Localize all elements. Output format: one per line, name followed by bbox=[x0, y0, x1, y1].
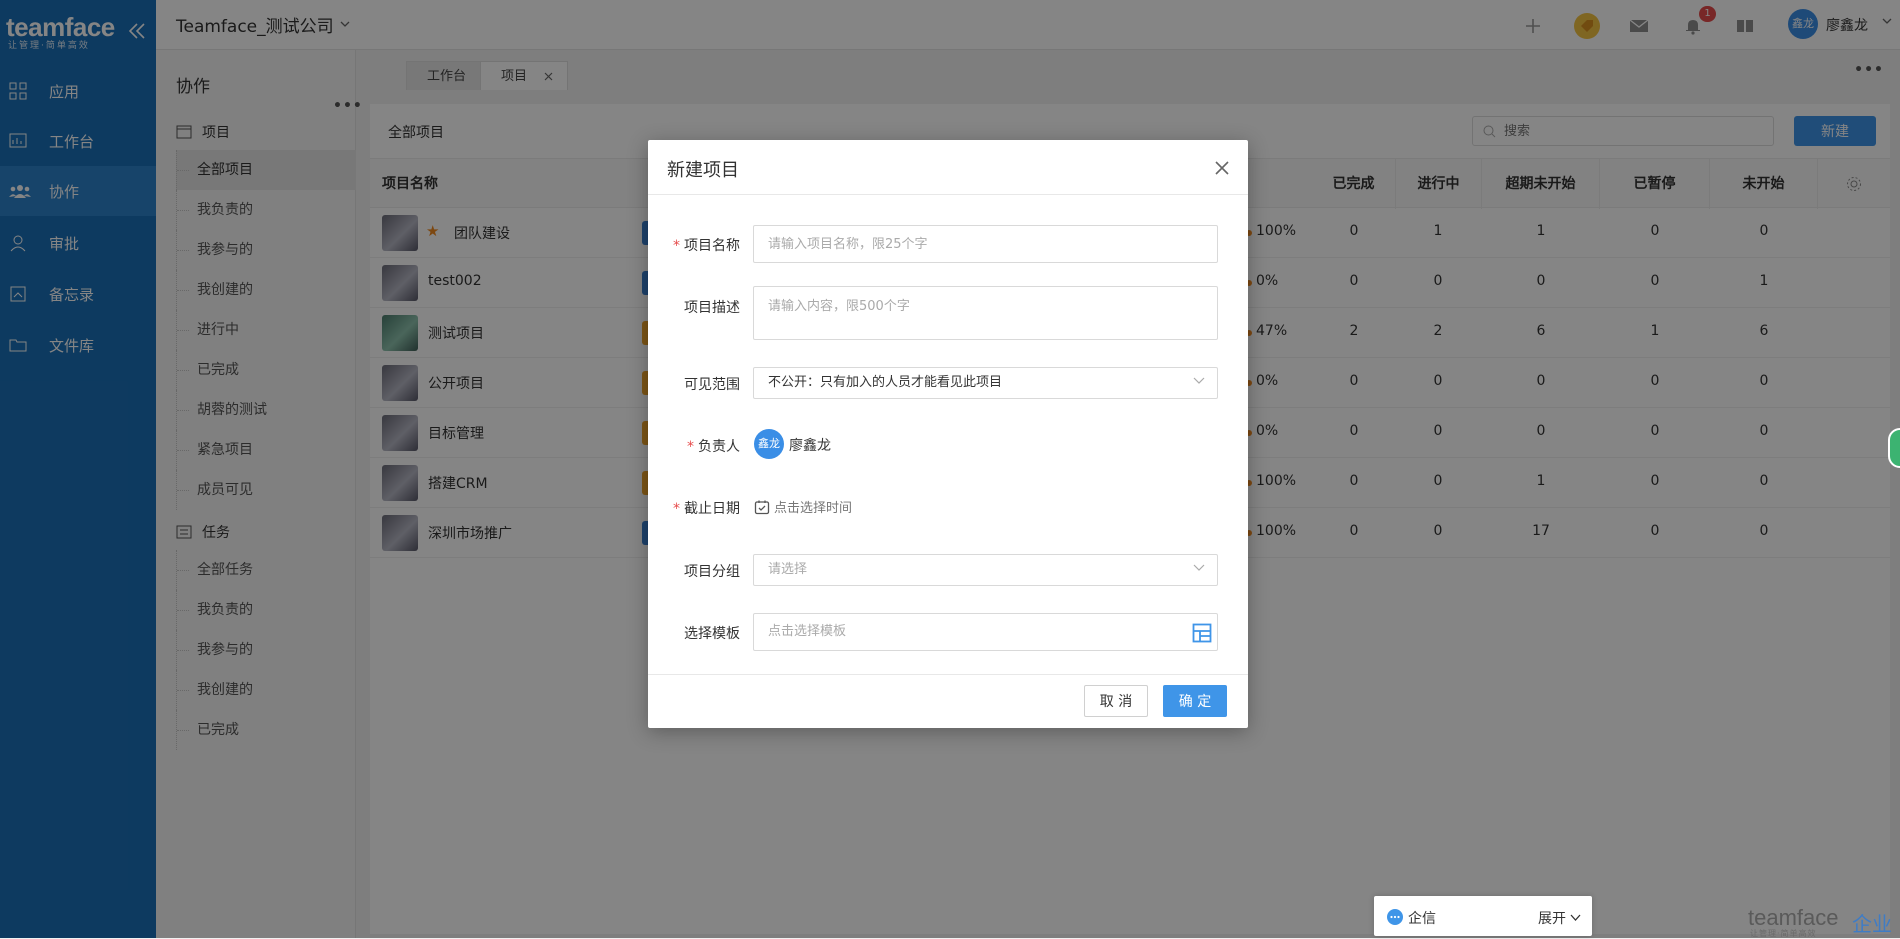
close-icon[interactable] bbox=[1212, 158, 1232, 178]
project-desc-label: 项目描述 bbox=[684, 300, 740, 316]
confirm-button[interactable]: 确 定 bbox=[1163, 685, 1227, 717]
project-name-label-text: 项目名称 bbox=[684, 238, 740, 254]
owner-label: * 负责人 bbox=[648, 436, 740, 456]
deadline-label: * 截止日期 bbox=[648, 498, 740, 518]
chevron-down-icon bbox=[1193, 377, 1205, 385]
watermark-extra: 企业 bbox=[1852, 912, 1892, 936]
cancel-button[interactable]: 取 消 bbox=[1084, 685, 1148, 717]
deadline-placeholder: 点击选择时间 bbox=[774, 501, 853, 516]
project-name-input[interactable] bbox=[753, 225, 1218, 263]
template-icon[interactable] bbox=[1192, 623, 1212, 643]
calendar-icon bbox=[754, 499, 770, 515]
chevron-down-icon bbox=[1570, 914, 1581, 922]
visibility-value: 不公开：只有加入的人员才能看见此项目 bbox=[768, 375, 1003, 390]
required-mark: * bbox=[673, 501, 680, 517]
divider bbox=[648, 674, 1248, 675]
group-placeholder: 请选择 bbox=[768, 562, 808, 577]
dialog-title: 新建项目 bbox=[667, 160, 739, 181]
owner-name: 廖鑫龙 bbox=[789, 438, 831, 454]
divider bbox=[648, 194, 1248, 195]
watermark-tagline: 让管理·简单高效 bbox=[1750, 929, 1817, 938]
deadline-picker[interactable]: 点击选择时间 bbox=[754, 497, 852, 516]
visibility-select[interactable]: 不公开：只有加入的人员才能看见此项目 bbox=[753, 367, 1218, 399]
owner-label-text: 负责人 bbox=[698, 439, 740, 455]
template-select[interactable]: 点击选择模板 bbox=[753, 613, 1218, 651]
template-placeholder: 点击选择模板 bbox=[768, 624, 847, 639]
project-name-label: * 项目名称 bbox=[648, 235, 740, 255]
required-mark: * bbox=[673, 238, 680, 254]
required-mark: * bbox=[687, 439, 694, 455]
deadline-label-text: 截止日期 bbox=[684, 501, 740, 517]
chat-widget[interactable]: 企信 展开 bbox=[1374, 896, 1592, 936]
visibility-label: 可见范围 bbox=[684, 377, 740, 393]
chat-label: 企信 bbox=[1408, 911, 1436, 927]
group-label: 项目分组 bbox=[684, 564, 740, 580]
project-desc-input[interactable] bbox=[753, 286, 1218, 340]
avatar[interactable]: 鑫龙 bbox=[754, 429, 784, 459]
chat-expand-button[interactable]: 展开 bbox=[1538, 908, 1581, 928]
template-label: 选择模板 bbox=[684, 626, 740, 642]
chat-icon bbox=[1386, 908, 1404, 926]
chat-expand-label: 展开 bbox=[1538, 911, 1566, 927]
chevron-down-icon bbox=[1193, 564, 1205, 572]
side-handle[interactable] bbox=[1888, 428, 1900, 468]
group-select[interactable]: 请选择 bbox=[753, 554, 1218, 586]
new-project-dialog: 新建项目 *项目名称 项目描述 可见范围 不公开：只有加入的人员才能看见此项目 … bbox=[648, 140, 1248, 728]
